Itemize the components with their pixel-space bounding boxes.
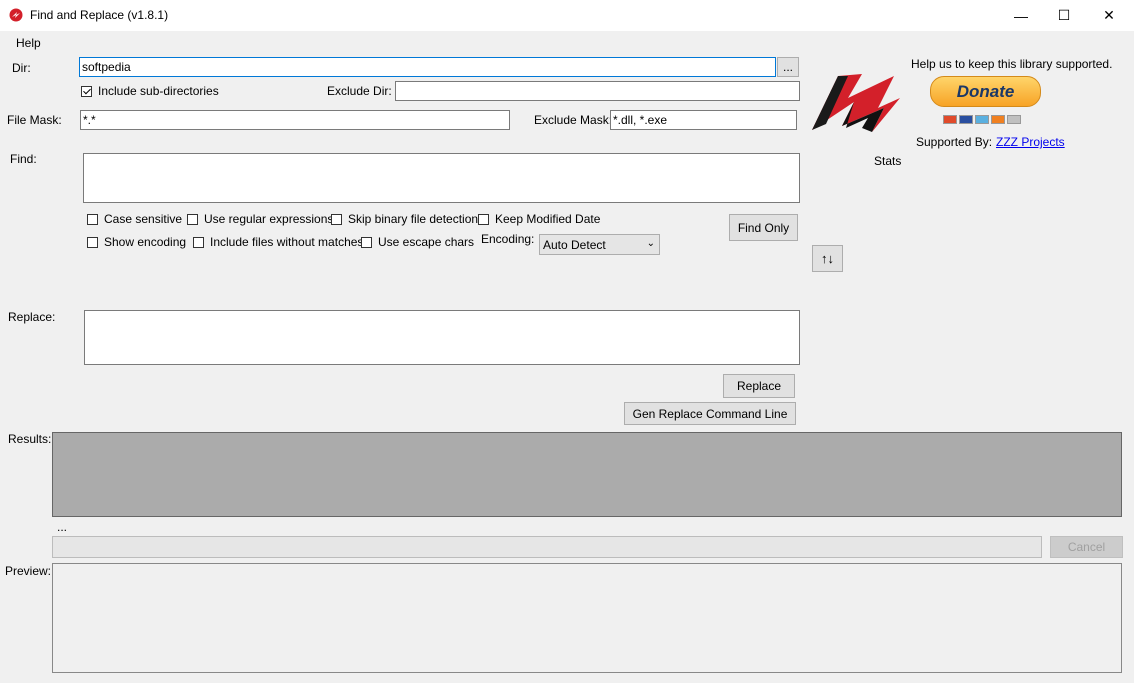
minimize-button[interactable]: — [998, 0, 1044, 31]
exclude-dir-input[interactable] [395, 81, 800, 101]
checkbox-icon [193, 236, 204, 248]
swap-arrows-button[interactable]: ↑↓ [812, 245, 843, 272]
checkbox-icon [331, 213, 342, 225]
find-only-button[interactable]: Find Only [729, 214, 798, 241]
results-label: Results: [8, 432, 52, 446]
zzz-projects-link[interactable]: ZZZ Projects [996, 135, 1065, 149]
encoding-select[interactable]: Auto Detect ⌄ [539, 234, 660, 255]
preview-pane[interactable] [52, 563, 1122, 673]
payment-cards [943, 115, 1021, 124]
checkbox-icon [87, 236, 98, 248]
checkbox-checked-icon [81, 85, 92, 97]
cancel-button[interactable]: Cancel [1050, 536, 1123, 558]
close-button[interactable]: ✕ [1086, 0, 1132, 31]
keep-modified-checkbox[interactable]: Keep Modified Date [478, 212, 600, 226]
status-text: ... [57, 520, 68, 534]
replace-label: Replace: [8, 310, 56, 324]
file-mask-label: File Mask: [7, 113, 62, 127]
progress-bar [52, 536, 1042, 558]
stats-label: Stats [874, 154, 902, 168]
menu-bar [0, 31, 1134, 53]
gen-replace-command-line-button[interactable]: Gen Replace Command Line [624, 402, 796, 425]
maximize-button[interactable]: ☐ [1041, 0, 1087, 31]
results-list[interactable] [52, 432, 1122, 517]
zzz-logo-icon [812, 74, 900, 132]
replace-button[interactable]: Replace [723, 374, 795, 398]
include-subdirs-label: Include sub-directories [98, 84, 219, 98]
skip-binary-checkbox[interactable]: Skip binary file detection [331, 212, 478, 226]
support-message: Help us to keep this library supported. [911, 57, 1113, 71]
case-sensitive-checkbox[interactable]: Case sensitive [87, 212, 182, 226]
supported-by-label: Supported By: [916, 135, 993, 149]
mastercard-icon [943, 115, 957, 124]
app-logo-icon [9, 8, 23, 22]
title-bar [0, 0, 1134, 31]
encoding-label: Encoding: [481, 232, 535, 246]
checkbox-icon [478, 213, 489, 225]
dir-label: Dir: [12, 61, 31, 75]
find-textarea[interactable] [83, 153, 800, 203]
checkbox-icon [87, 213, 98, 225]
visa-icon [959, 115, 973, 124]
include-subdirs-checkbox[interactable]: Include sub-directories [81, 84, 219, 98]
dir-input[interactable]: softpedia [79, 57, 776, 77]
regex-checkbox[interactable]: Use regular expressions [187, 212, 333, 226]
replace-textarea[interactable] [84, 310, 800, 365]
discover-icon [991, 115, 1005, 124]
bank-icon [1007, 115, 1021, 124]
exclude-dir-label: Exclude Dir: [327, 84, 392, 98]
checkbox-icon [361, 236, 372, 248]
show-encoding-checkbox[interactable]: Show encoding [87, 235, 186, 249]
encoding-selected-value: Auto Detect [543, 237, 606, 252]
exclude-mask-label: Exclude Mask: [534, 113, 613, 127]
chevron-down-icon: ⌄ [646, 238, 655, 249]
donate-button[interactable]: Donate [930, 76, 1041, 107]
find-label: Find: [10, 152, 37, 166]
escape-chars-checkbox[interactable]: Use escape chars [361, 235, 474, 249]
file-mask-input[interactable]: *.* [80, 110, 510, 130]
window-title: Find and Replace (v1.8.1) [30, 8, 169, 22]
checkbox-icon [187, 213, 198, 225]
exclude-mask-input[interactable]: *.dll, *.exe [610, 110, 797, 130]
include-no-match-checkbox[interactable]: Include files without matches [193, 235, 363, 249]
amex-icon [975, 115, 989, 124]
browse-dir-button[interactable]: ... [777, 57, 799, 77]
menu-help[interactable]: Help [16, 36, 41, 50]
preview-label: Preview: [5, 564, 52, 578]
